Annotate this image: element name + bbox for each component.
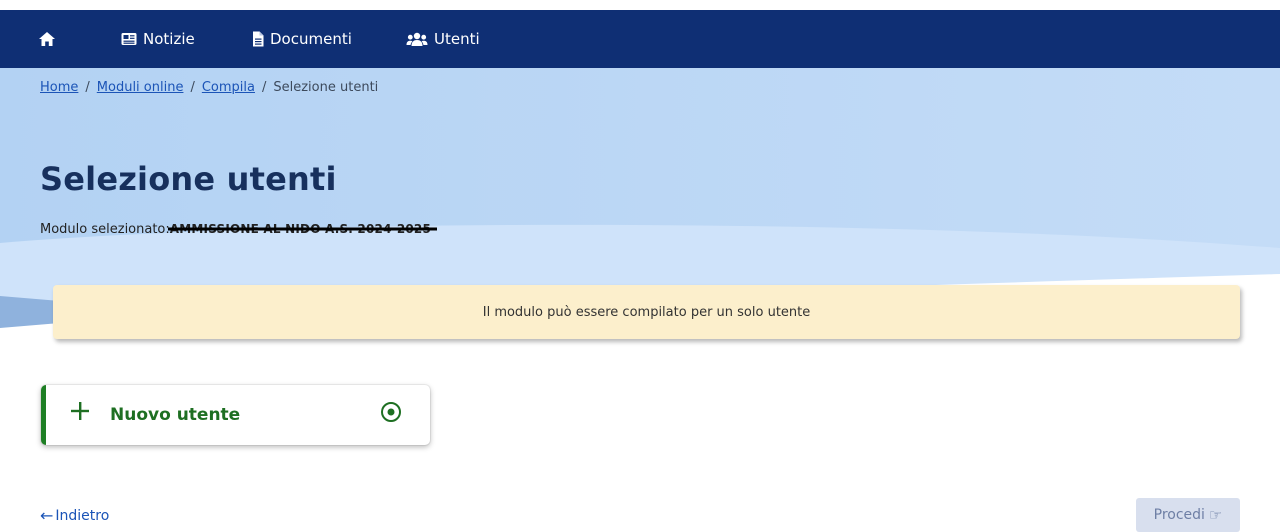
back-label: Indietro [55, 507, 110, 524]
module-label: Modulo selezionato: [40, 222, 170, 237]
breadcrumb-separator: / [261, 80, 267, 95]
breadcrumb-current: Selezione utenti [273, 80, 379, 95]
nav-documenti-label: Documenti [270, 30, 352, 48]
info-alert: Il modulo può essere compilato per un so… [53, 285, 1240, 339]
proceed-button[interactable]: Procedi ☞ [1136, 498, 1240, 532]
breadcrumb: Home / Moduli online / Compila / Selezio… [40, 80, 378, 95]
document-icon [252, 31, 264, 47]
main-navbar: Notizie Documenti Utenti [0, 10, 1280, 68]
breadcrumb-home[interactable]: Home [40, 80, 78, 95]
proceed-label: Procedi [1153, 507, 1205, 523]
top-strip [0, 0, 1280, 10]
nav-notizie[interactable]: Notizie [121, 10, 195, 68]
alert-message: Il modulo può essere compilato per un so… [482, 304, 811, 320]
breadcrumb-compila[interactable]: Compila [202, 80, 255, 95]
breadcrumb-separator: / [190, 80, 195, 95]
nav-notizie-label: Notizie [143, 30, 195, 48]
page-title: Selezione utenti [40, 160, 337, 198]
new-user-label: Nuovo utente [110, 405, 241, 425]
breadcrumb-moduli-online[interactable]: Moduli online [97, 80, 184, 95]
home-icon [38, 31, 56, 47]
module-name-redacted: AMMISSIONE AL NIDO A.S. 2024-2025 [169, 222, 432, 236]
nav-documenti[interactable]: Documenti [252, 10, 352, 68]
plus-icon [68, 399, 92, 423]
selected-module: Modulo selezionato:AMMISSIONE AL NIDO A.… [40, 222, 431, 237]
pointing-hand-icon: ☞ [1208, 506, 1223, 524]
nav-utenti-label: Utenti [434, 30, 480, 48]
nav-utenti[interactable]: Utenti [406, 10, 480, 68]
nav-home[interactable] [38, 10, 56, 68]
users-icon [406, 32, 428, 47]
newspaper-icon [121, 32, 137, 46]
breadcrumb-separator: / [85, 80, 90, 95]
arrow-left-icon: ← [40, 506, 54, 525]
radio-selected-icon[interactable] [380, 401, 402, 427]
new-user-option[interactable]: Nuovo utente [41, 385, 430, 445]
back-link[interactable]: ← Indietro [40, 506, 109, 525]
